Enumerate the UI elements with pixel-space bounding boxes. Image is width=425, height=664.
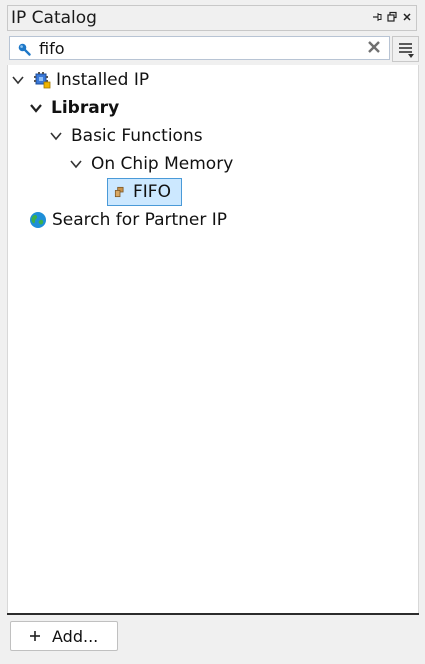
panel-title-bar: IP Catalog (7, 5, 417, 31)
tree-node-basic-functions[interactable]: Basic Functions (49, 124, 203, 148)
chevron-down-icon[interactable] (69, 157, 83, 171)
tree-label-on-chip-memory: On Chip Memory (91, 154, 234, 174)
menu-icon (399, 43, 414, 58)
bottom-toolbar: Add... (7, 615, 419, 659)
pin-icon[interactable] (372, 11, 382, 23)
tree-label-basic-functions: Basic Functions (71, 126, 203, 146)
search-row (7, 36, 419, 62)
tree-node-search-partner-ip[interactable]: Search for Partner IP (29, 208, 227, 232)
add-button[interactable]: Add... (10, 621, 118, 651)
tree-node-fifo[interactable]: FIFO (107, 178, 182, 206)
clear-icon[interactable] (367, 40, 381, 56)
title-buttons (372, 11, 412, 23)
float-icon[interactable] (387, 11, 397, 23)
tree-node-on-chip-memory[interactable]: On Chip Memory (69, 152, 233, 176)
installed-ip-icon (34, 72, 51, 89)
tree-label-installed-ip: Installed IP (56, 70, 150, 90)
ip-catalog-panel: IP Catalog fifo Installed IP Library Bas… (0, 0, 425, 664)
tree-label-search-partner-ip: Search for Partner IP (52, 210, 228, 230)
ip-core-icon (114, 186, 124, 198)
chevron-down-icon[interactable] (29, 101, 43, 115)
menu-button[interactable] (392, 36, 419, 62)
ip-tree: Installed IP Library Basic Functions On … (7, 65, 419, 613)
tree-node-installed-ip[interactable]: Installed IP (11, 68, 149, 92)
search-input[interactable] (39, 37, 359, 59)
tree-label-fifo: FIFO (133, 182, 171, 202)
plus-icon (29, 626, 41, 647)
search-box (9, 36, 390, 60)
add-button-label: Add... (52, 626, 99, 646)
tree-node-library[interactable]: Library (29, 96, 119, 120)
tree-label-library: Library (51, 98, 120, 118)
globe-icon (30, 212, 46, 228)
chevron-down-icon[interactable] (49, 129, 63, 143)
search-icon (17, 41, 31, 56)
chevron-down-icon[interactable] (11, 73, 25, 87)
close-icon[interactable] (402, 11, 412, 23)
panel-title: IP Catalog (11, 8, 97, 28)
